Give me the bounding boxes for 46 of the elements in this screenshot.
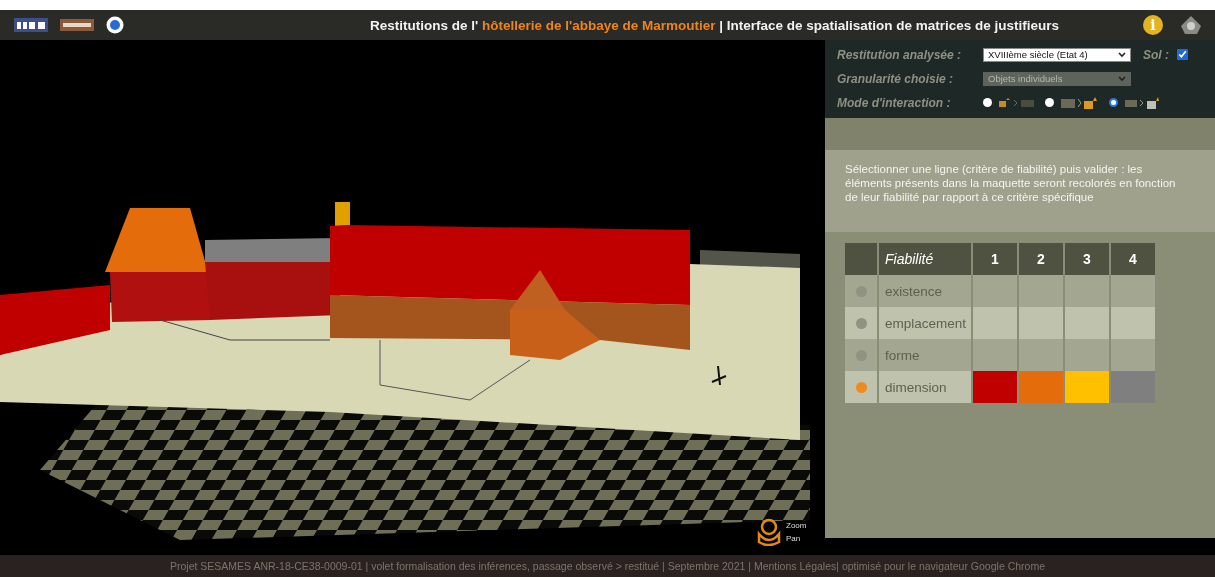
table-cell xyxy=(1065,275,1109,307)
table-cell xyxy=(1111,339,1155,371)
row-radio[interactable] xyxy=(855,317,867,329)
circle-logo-icon xyxy=(106,16,124,34)
restitution-select[interactable]: XVIIIème siècle (Etat 4) xyxy=(983,47,1131,62)
mode-radio[interactable] xyxy=(1109,98,1118,107)
header-cell: Fiabilité xyxy=(879,243,971,275)
header-cell: 4 xyxy=(1111,243,1155,275)
table-cell xyxy=(1019,307,1063,339)
table-cell xyxy=(1111,275,1155,307)
table-cell xyxy=(973,275,1017,307)
caret-icon[interactable] xyxy=(1118,51,1126,58)
footer-text: Projet SESAMES ANR-18-CE38-0009-01 | volet formalisation des inférences, passage observé > restitué | Septembre 2021 | Mentions Légales| optimisé pour le navigateur Google Chrome xyxy=(170,560,1045,572)
header-cell xyxy=(845,243,877,275)
criterion-row[interactable]: forme xyxy=(879,339,971,371)
mode-radio[interactable] xyxy=(1045,98,1054,107)
grid-to-model-icon xyxy=(1061,96,1099,109)
logo-icon xyxy=(14,18,48,32)
row-radio[interactable] xyxy=(855,381,867,393)
criterion-row[interactable]: dimension xyxy=(879,371,971,403)
criterion-row[interactable]: emplacement xyxy=(879,307,971,339)
page-title: Restitutions de l' hôtellerie de l'abbaye de Marmoutier | Interface de spatialisation de matrices de justifieurs xyxy=(369,17,1060,33)
sol-label: Sol : xyxy=(1143,47,1169,62)
sol-checkbox[interactable] xyxy=(1177,49,1188,60)
logo-icon xyxy=(60,19,94,31)
table-cell xyxy=(1019,275,1063,307)
restitution-label: Restitution analysée : xyxy=(837,47,963,62)
interaction-mode-label: Mode d'interaction : xyxy=(837,95,952,110)
navigation-icon[interactable] xyxy=(756,518,782,546)
mode-radio[interactable] xyxy=(983,98,992,107)
table-cell xyxy=(1019,339,1063,371)
instructions-text: Sélectionner une ligne (critère de fiabilité) puis valider : les éléments présents dans la maquette seront recolorés en fonction de leur fiabilité par rapport à ce critère spécifique xyxy=(845,162,1177,204)
model-to-grid-icon xyxy=(999,97,1035,108)
granularity-label: Granularité choisie : xyxy=(837,71,955,86)
table-cell xyxy=(973,307,1017,339)
info-button[interactable]: i xyxy=(1143,15,1163,35)
zoom-label: Zoom xyxy=(785,521,808,530)
table-cell xyxy=(1065,339,1109,371)
header-cell: 1 xyxy=(973,243,1017,275)
list-to-model-icon xyxy=(1125,96,1159,109)
header-cell: 3 xyxy=(1065,243,1109,275)
criterion-row[interactable]: existence xyxy=(879,275,971,307)
table-cell xyxy=(1065,307,1109,339)
table-cell xyxy=(1111,307,1155,339)
header-cell: 2 xyxy=(1019,243,1063,275)
table-cell xyxy=(973,339,1017,371)
